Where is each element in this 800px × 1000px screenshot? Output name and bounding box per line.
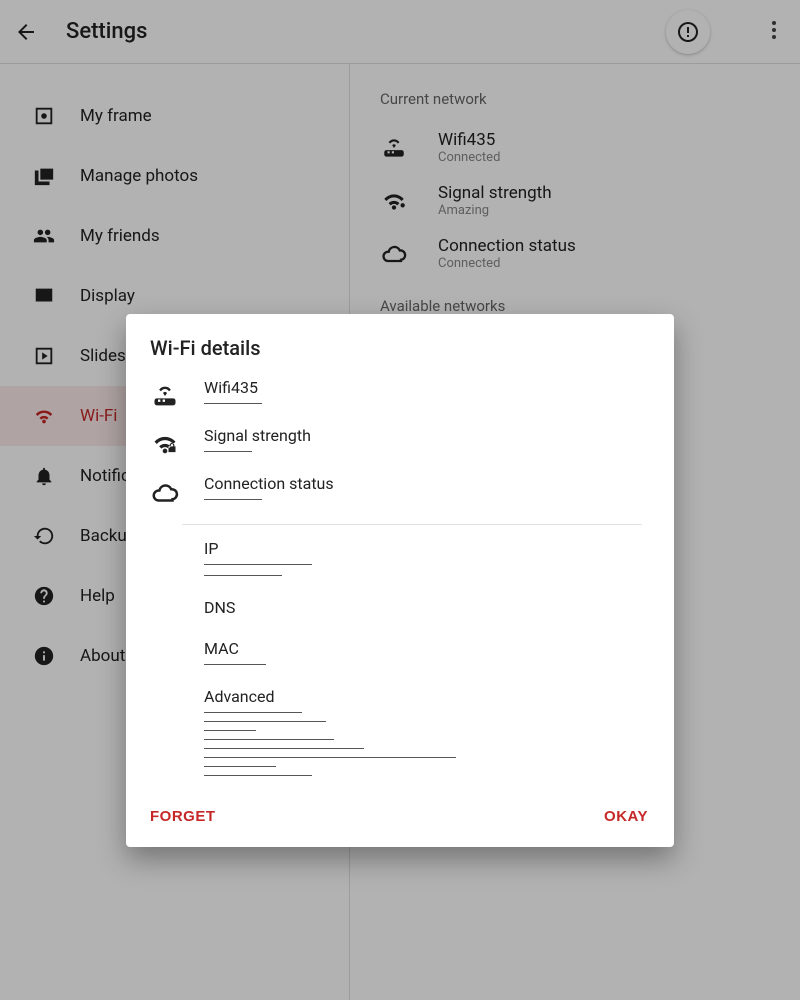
router-icon: [150, 378, 180, 410]
dialog-row-advanced: Advanced: [150, 687, 642, 782]
dialog-advanced-label: Advanced: [204, 687, 642, 706]
wifi-details-dialog: Wi-Fi details Wifi435 Signal strength Co…: [126, 314, 674, 847]
dialog-row-ssid: Wifi435: [150, 378, 642, 410]
dialog-status-label: Connection status: [204, 474, 642, 493]
dialog-dns-label: DNS: [204, 598, 642, 617]
dialog-ip-label: IP: [204, 539, 642, 558]
signal-lock-icon: [150, 426, 180, 458]
dialog-mac-label: MAC: [204, 639, 642, 658]
dialog-signal-label: Signal strength: [204, 426, 642, 445]
divider: [182, 524, 642, 525]
dialog-title: Wi-Fi details: [150, 336, 642, 360]
dialog-row-dns: DNS: [150, 598, 642, 623]
okay-button[interactable]: OKAY: [604, 808, 648, 825]
cloud-icon: [150, 474, 180, 508]
dialog-row-ip: IP: [150, 539, 642, 582]
dialog-row-signal: Signal strength: [150, 426, 642, 458]
dialog-row-mac: MAC: [150, 639, 642, 671]
dialog-ssid-label: Wifi435: [204, 378, 642, 397]
dialog-row-status: Connection status: [150, 474, 642, 508]
forget-button[interactable]: FORGET: [150, 808, 216, 825]
